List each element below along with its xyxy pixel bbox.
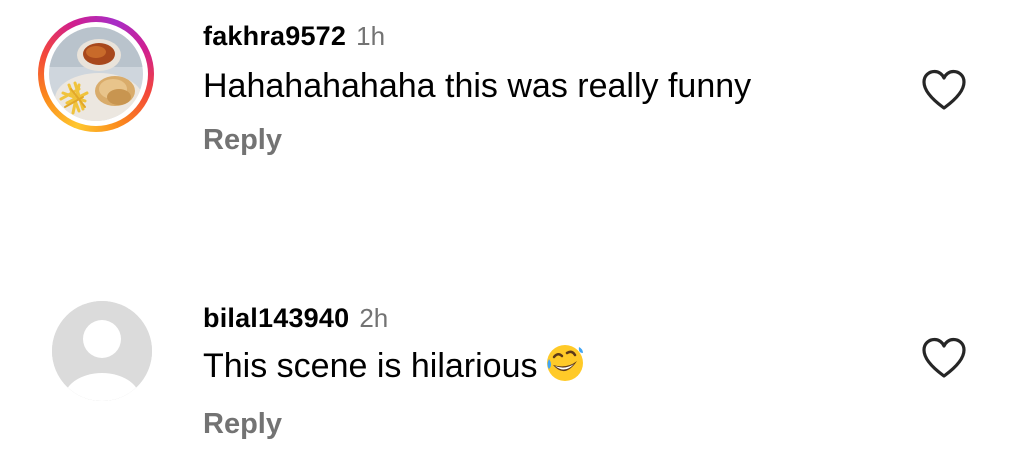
comment-item: fakhra9572 1h Hahahahahaha this was reall… — [0, 16, 1024, 246]
comment-body: bilal143940 2h This scene is hilarious Re… — [203, 298, 893, 444]
default-user-avatar[interactable] — [52, 301, 152, 401]
comment-text-line: This scene is hilarious — [203, 340, 893, 398]
username[interactable]: bilal143940 — [203, 303, 349, 333]
comment-meta: bilal143940 2h — [203, 298, 893, 338]
comment-text: Hahahahahaha this was really funny — [203, 67, 752, 105]
timestamp: 1h — [356, 21, 386, 51]
heart-outline-icon[interactable] — [920, 336, 968, 380]
rolling-on-floor-laughing-emoji — [545, 343, 585, 398]
heart-outline-icon[interactable] — [920, 68, 968, 112]
comment-text: This scene is hilarious — [203, 347, 538, 385]
food-photo-avatar — [49, 27, 143, 121]
reply-button[interactable]: Reply — [203, 120, 893, 160]
comment-item: bilal143940 2h This scene is hilarious Re… — [0, 298, 1024, 468]
timestamp: 2h — [359, 303, 389, 333]
reply-button[interactable]: Reply — [203, 404, 893, 444]
avatar[interactable] — [38, 16, 154, 132]
username[interactable]: fakhra9572 — [203, 21, 346, 51]
comment-body: fakhra9572 1h Hahahahahaha this was reall… — [203, 16, 893, 160]
comment-meta: fakhra9572 1h — [203, 16, 893, 56]
